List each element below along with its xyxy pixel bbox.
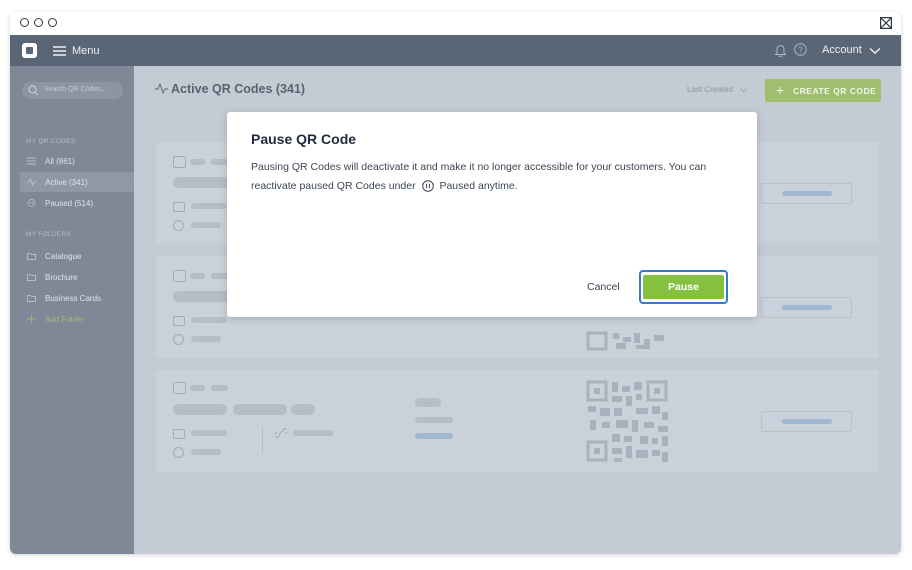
- placeholder-bar: [211, 385, 228, 391]
- notification-bell-icon[interactable]: [774, 43, 787, 57]
- card-action-button[interactable]: [761, 411, 852, 432]
- pause-icon: [421, 180, 434, 192]
- sidebar-item-paused[interactable]: Paused (514): [20, 193, 134, 213]
- placeholder-bar: [191, 317, 227, 323]
- folder-icon: [173, 429, 185, 439]
- folder-label: Catalogue: [45, 252, 82, 261]
- image-icon: [173, 156, 186, 168]
- image-icon: [173, 270, 186, 282]
- folder-icon: [173, 202, 185, 212]
- folder-icon: [173, 316, 185, 326]
- account-menu[interactable]: Account: [822, 44, 862, 56]
- placeholder-bar: [233, 404, 287, 415]
- placeholder-bar: [191, 222, 221, 228]
- help-icon[interactable]: ?: [794, 43, 807, 56]
- folder-label: Brochure: [45, 273, 78, 282]
- svg-text:?: ?: [798, 45, 803, 54]
- placeholder-bar: [190, 159, 205, 165]
- placeholder-bar: [173, 404, 227, 415]
- sidebar-item-label: Paused (514): [45, 199, 94, 208]
- folder-icon: [27, 295, 36, 302]
- search-placeholder: Search QR Codes...: [44, 86, 107, 93]
- window-dot-icon[interactable]: [48, 18, 57, 27]
- placeholder-bar: [211, 273, 228, 279]
- qr-code-image: [586, 380, 668, 462]
- card-action-button[interactable]: [761, 297, 852, 318]
- placeholder-bar: [415, 433, 453, 439]
- dialog-message: Pausing QR Codes will deactivate it and …: [251, 158, 731, 196]
- placeholder-bar: [291, 404, 315, 415]
- sidebar-item-label: Active (341): [45, 178, 88, 187]
- card-action-button[interactable]: [761, 183, 852, 204]
- image-icon: [173, 382, 186, 394]
- window-dot-icon[interactable]: [34, 18, 43, 27]
- sidebar-item-active[interactable]: Active (341): [20, 172, 134, 192]
- dialog-message-text-end: Paused anytime.: [439, 180, 518, 192]
- sidebar: Search QR Codes... MY QR CODES All (861)…: [10, 66, 134, 554]
- page-title: Active QR Codes (341): [171, 82, 306, 96]
- sidebar-folder-business-cards[interactable]: Business Cards: [20, 288, 134, 308]
- add-folder-label: Add Folder: [45, 315, 85, 324]
- folder-icon: [27, 253, 36, 260]
- window-chrome: [10, 12, 901, 35]
- add-folder-button[interactable]: Add Folder: [20, 309, 134, 329]
- app-logo-icon[interactable]: [22, 43, 37, 58]
- folder-icon: [27, 274, 36, 281]
- sort-dropdown[interactable]: Last Created: [687, 85, 733, 94]
- pause-qr-code-dialog: Pause QR Code Pausing QR Codes will deac…: [227, 112, 757, 317]
- cancel-button[interactable]: Cancel: [587, 281, 620, 293]
- sidebar-folder-brochure[interactable]: Brochure: [20, 267, 134, 287]
- placeholder-bar: [190, 385, 205, 391]
- placeholder-bar: [191, 449, 221, 455]
- top-bar: Menu ? Account: [10, 35, 901, 66]
- sidebar-item-all[interactable]: All (861): [20, 151, 134, 171]
- chevron-down-icon[interactable]: [869, 47, 881, 55]
- window-dot-icon[interactable]: [20, 18, 29, 27]
- pause-button-label: Pause: [668, 281, 699, 293]
- placeholder-bar: [415, 398, 441, 407]
- clock-icon: [173, 334, 184, 345]
- clock-icon: [173, 447, 184, 458]
- pulse-icon: [155, 83, 168, 94]
- placeholder-bar: [190, 273, 205, 279]
- qr-code-card[interactable]: [156, 370, 879, 472]
- pause-button[interactable]: Pause: [643, 275, 724, 299]
- folder-label: Business Cards: [45, 294, 102, 303]
- plus-icon: +: [776, 82, 785, 98]
- clock-icon: [173, 220, 184, 231]
- placeholder-bar: [211, 159, 228, 165]
- placeholder-bar: [191, 430, 227, 436]
- list-icon: [27, 157, 36, 165]
- create-qr-code-button[interactable]: + CREATE QR CODE: [765, 79, 881, 102]
- plus-icon: [27, 315, 36, 323]
- section-label-folders: MY FOLDERS: [26, 231, 72, 238]
- sidebar-item-label: All (861): [45, 157, 75, 166]
- dialog-title: Pause QR Code: [251, 131, 357, 147]
- search-input[interactable]: Search QR Codes...: [22, 82, 123, 99]
- divider: [262, 426, 263, 454]
- hamburger-menu-icon[interactable]: [53, 46, 66, 56]
- pause-icon: [27, 199, 36, 207]
- search-icon: [28, 85, 39, 96]
- chevron-down-icon[interactable]: [740, 88, 747, 93]
- placeholder-bar: [293, 430, 333, 436]
- placeholder-bar: [191, 336, 221, 342]
- placeholder-bar: [415, 417, 453, 423]
- create-button-label: CREATE QR CODE: [793, 86, 877, 96]
- window-close-icon[interactable]: [880, 17, 892, 29]
- menu-label[interactable]: Menu: [72, 45, 100, 57]
- placeholder-bar: [191, 203, 227, 209]
- sidebar-folder-catalogue[interactable]: Catalogue: [20, 246, 134, 266]
- link-icon: [275, 428, 287, 438]
- qr-code-image: [586, 331, 664, 351]
- section-label-qr-codes: MY QR CODES: [26, 138, 76, 145]
- pulse-icon: [27, 178, 36, 186]
